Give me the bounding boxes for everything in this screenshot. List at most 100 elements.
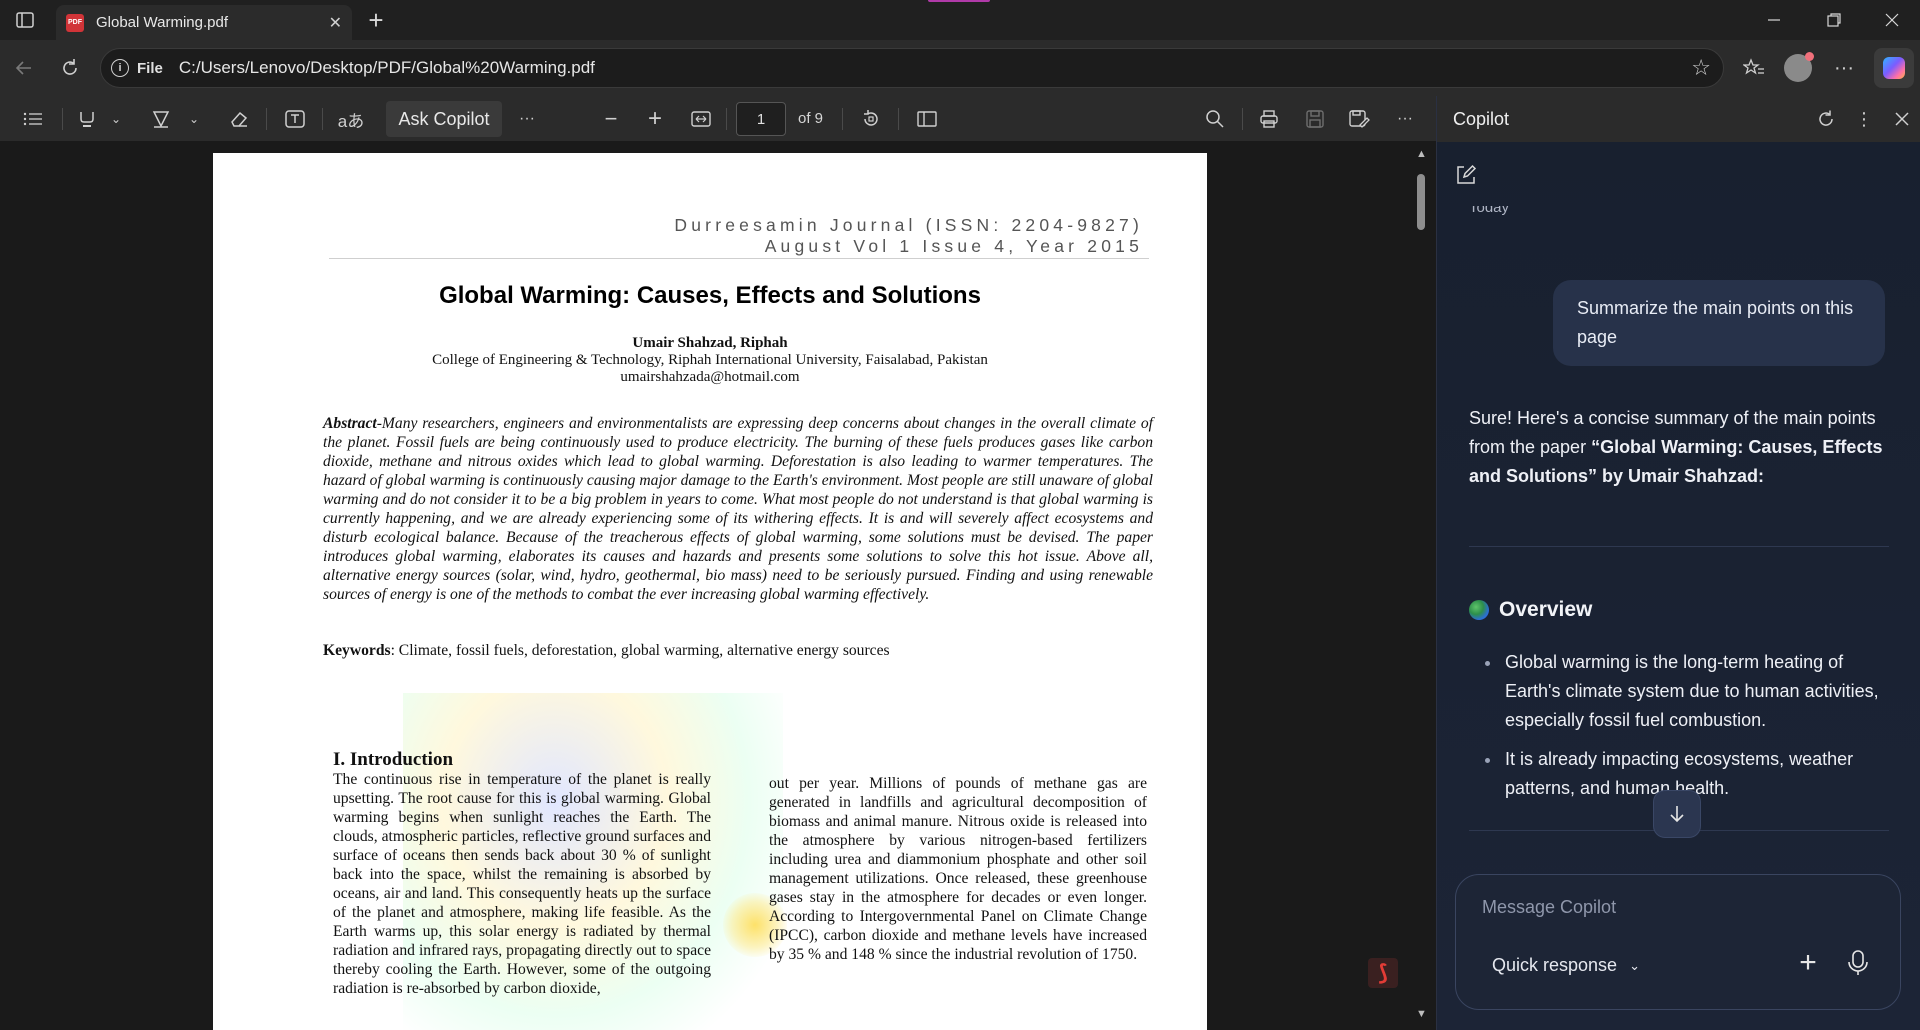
author-name: Umair Shahzad, Riphah (632, 335, 788, 351)
new-tab-button[interactable]: + (362, 5, 390, 35)
more-tools-icon[interactable]: ··· (514, 104, 540, 134)
profile-button[interactable] (1780, 50, 1816, 86)
save-button[interactable] (1300, 104, 1330, 134)
save-disk-icon (1306, 110, 1324, 128)
page-count-label: of 9 (798, 110, 824, 127)
toolbar-divider (322, 108, 323, 130)
address-bar[interactable]: i File C:/Users/Lenovo/Desktop/PDF/Globa… (100, 48, 1724, 88)
save-as-button[interactable] (1344, 104, 1374, 134)
quick-response-label: Quick response (1492, 955, 1618, 975)
draw-options-chevron-icon[interactable]: ⌄ (186, 104, 202, 134)
abstract: Abstract-Many researchers, engineers and… (323, 414, 1153, 604)
paper-title: Global Warming: Causes, Effects and Solu… (439, 282, 981, 309)
copilot-conversation[interactable]: Today Summarize the main points on this … (1437, 142, 1920, 1030)
keywords-label: Keywords (323, 642, 391, 659)
new-chat-button[interactable] (1455, 164, 1483, 192)
message-composer[interactable]: Message Copilot Quick response ⌄ + (1455, 874, 1901, 1010)
translate-button[interactable]: aあ (336, 104, 366, 134)
copilot-close-button[interactable] (1883, 100, 1920, 138)
restore-button[interactable] (1806, 0, 1862, 40)
close-window-button[interactable] (1864, 0, 1920, 40)
zoom-in-button[interactable]: + (640, 104, 670, 134)
minimize-button[interactable] (1746, 0, 1802, 40)
tab-close-icon[interactable]: ✕ (329, 13, 342, 33)
copilot-sidebar-button[interactable] (1874, 48, 1914, 88)
profile-avatar (1784, 52, 1814, 82)
table-of-contents-icon (23, 112, 42, 126)
ask-copilot-button[interactable]: Ask Copilot (386, 101, 502, 137)
find-button[interactable] (1200, 104, 1230, 134)
favorites-button[interactable] (1736, 50, 1772, 86)
copilot-more-button[interactable]: ⋮ (1845, 100, 1883, 138)
navigation-bar: i File C:/Users/Lenovo/Desktop/PDF/Globa… (0, 40, 1920, 96)
abstract-label: Abstract (323, 415, 377, 432)
favorites-icon (1743, 58, 1764, 75)
tab-actions-icon (16, 12, 34, 28)
copilot-header: Copilot ⋮ (1437, 96, 1920, 142)
page-view-button[interactable] (912, 104, 942, 134)
chevron-down-icon: ⌄ (1629, 957, 1640, 973)
url-scheme-label: File (137, 59, 163, 77)
abstract-text: -Many researchers, engineers and environ… (323, 415, 1153, 603)
zoom-out-button[interactable]: − (596, 104, 626, 134)
toolbar-divider (62, 108, 63, 130)
quick-response-dropdown[interactable]: Quick response ⌄ (1492, 955, 1640, 976)
journal-name: Durreesamin Journal (ISSN: 2204-9827) (674, 215, 1143, 235)
toolbar-divider (1242, 108, 1243, 130)
add-text-button[interactable] (280, 104, 310, 134)
settings-more-button[interactable]: ··· (1826, 50, 1862, 86)
close-icon (1895, 112, 1909, 126)
rotate-icon (864, 110, 878, 126)
plus-icon: + (647, 105, 662, 132)
fit-page-icon (691, 111, 711, 127)
url-text[interactable]: C:/Users/Lenovo/Desktop/PDF/Global%20War… (179, 58, 1691, 78)
erase-button[interactable] (224, 104, 254, 134)
header-rule (329, 258, 1149, 259)
contents-button[interactable] (18, 104, 48, 134)
highlighter-icon (80, 112, 94, 127)
scrollbar-thumb[interactable] (1417, 174, 1425, 230)
back-button[interactable] (6, 50, 42, 86)
refresh-button[interactable] (52, 50, 88, 86)
pdf-more-options-icon[interactable]: ··· (1390, 104, 1420, 134)
add-attachment-button[interactable]: + (1788, 943, 1828, 983)
tab-global-warming[interactable]: PDF Global Warming.pdf ✕ (56, 5, 352, 40)
copilot-refresh-button[interactable] (1807, 100, 1845, 138)
journal-header: Durreesamin Journal (ISSN: 2204-9827) Au… (674, 215, 1143, 257)
copilot-panel: Copilot ⋮ Today Summarize the main point… (1436, 96, 1920, 1030)
printer-icon (1260, 110, 1278, 128)
draw-button[interactable] (146, 104, 176, 134)
author-block: Umair Shahzad, Riphah College of Enginee… (213, 335, 1207, 386)
minus-icon: − (604, 106, 618, 131)
page-number-input[interactable]: 1 (736, 102, 786, 136)
site-info-icon[interactable]: i (111, 59, 129, 77)
tab-strip: PDF Global Warming.pdf ✕ + (0, 0, 1920, 40)
scroll-down-arrow-icon[interactable]: ▼ (1416, 1008, 1427, 1020)
more-icon: ··· (1834, 56, 1854, 79)
copilot-title: Copilot (1453, 108, 1510, 129)
fit-to-page-button[interactable] (686, 104, 716, 134)
microphone-icon (1848, 950, 1868, 975)
message-input[interactable]: Message Copilot (1482, 897, 1616, 918)
keywords-text: : Climate, fossil fuels, deforestation, … (390, 642, 890, 659)
highlight-options-chevron-icon[interactable]: ⌄ (108, 104, 124, 134)
eraser-icon (231, 111, 248, 127)
user-message: Summarize the main points on this page (1553, 280, 1885, 366)
overview-list: Global warming is the long-term heating … (1485, 648, 1895, 813)
viewer-scrollbar[interactable]: ▲ ▼ (1412, 142, 1430, 1030)
journal-issue: August Vol 1 Issue 4, Year 2015 (764, 236, 1143, 256)
date-divider-label: Today (1469, 206, 1510, 216)
highlight-button[interactable] (72, 104, 102, 134)
favorite-star-icon[interactable]: ☆ (1691, 55, 1711, 81)
tab-actions-button[interactable] (10, 8, 40, 32)
assistant-message-end: : (1758, 466, 1765, 486)
adobe-acrobat-icon[interactable]: ⟆ (1368, 958, 1398, 988)
print-button[interactable] (1254, 104, 1284, 134)
voice-input-button[interactable] (1838, 943, 1878, 983)
overview-heading-text: Overview (1499, 598, 1593, 621)
rotate-button[interactable] (856, 104, 886, 134)
scroll-up-arrow-icon[interactable]: ▲ (1416, 148, 1427, 160)
scroll-to-bottom-button[interactable] (1653, 790, 1701, 838)
arrow-down-icon (1670, 806, 1684, 823)
window-accent (928, 0, 990, 2)
